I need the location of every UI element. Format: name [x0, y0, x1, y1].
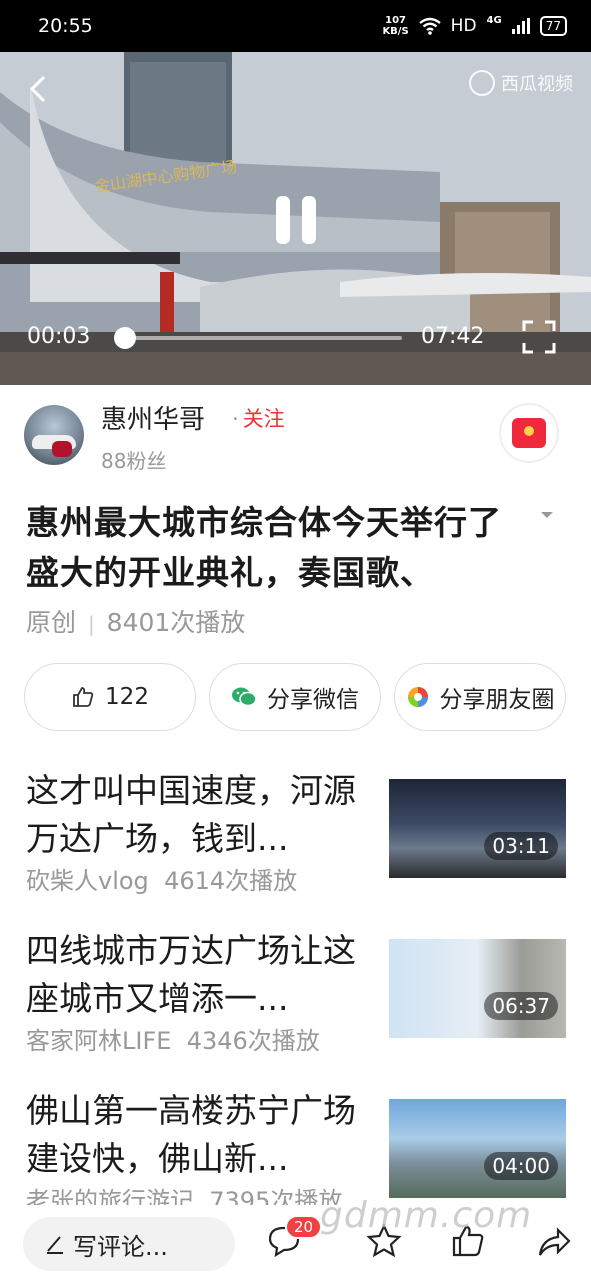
duration-badge: 04:00 [484, 1152, 558, 1180]
fans-count: 88粉丝 [101, 449, 167, 473]
related-thumbnail[interactable]: 06:37 [389, 939, 566, 1038]
related-thumbnail[interactable]: 04:00 [389, 1099, 566, 1198]
follow-button[interactable]: · 关注 [232, 403, 285, 433]
pause-button[interactable] [276, 196, 316, 244]
action-buttons: 122 分享微信 分享朋友圈 [24, 663, 566, 733]
xigua-logo-icon [469, 70, 495, 96]
duration-badge: 03:11 [484, 832, 558, 860]
related-title: 四线城市万达广场让这座城市又增添一... [26, 931, 356, 1018]
back-icon[interactable] [26, 74, 50, 104]
share-moments-button[interactable]: 分享朋友圈 [394, 663, 566, 731]
progress-knob[interactable] [114, 327, 136, 349]
status-icons: 107 KB/S HD 4G 77 [382, 15, 567, 37]
signal-label: 4G [486, 15, 502, 26]
play-count: 8401次播放 [106, 608, 246, 637]
author-name[interactable]: 惠州华哥 [101, 399, 205, 436]
original-label: 原创 [26, 608, 77, 637]
fullscreen-icon[interactable] [522, 320, 556, 354]
related-thumbnail[interactable]: 03:11 [389, 779, 566, 878]
thumbs-up-icon [73, 687, 94, 707]
current-time: 00:03 [27, 324, 91, 349]
signal-bars-icon [511, 18, 530, 34]
network-speed: 107 KB/S [382, 15, 409, 37]
red-packet-icon [512, 418, 546, 448]
related-title: 这才叫中国速度，河源万达广场，钱到... [26, 771, 356, 858]
comment-input[interactable]: 写评论... [23, 1217, 235, 1271]
wechat-icon [232, 687, 257, 707]
video-player[interactable]: 金山湖中心购物广场 西瓜视频 00:03 07:42 [0, 52, 591, 385]
related-title: 佛山第一高楼苏宁广场建设快，佛山新... [26, 1091, 356, 1178]
list-item[interactable]: 这才叫中国速度，河源万达广场，钱到... 砍柴人vlog 4614次播放 03:… [0, 767, 591, 917]
status-time: 20:55 [38, 15, 93, 37]
battery-icon: 77 [539, 16, 567, 36]
total-time: 07:42 [421, 324, 485, 349]
avatar[interactable] [24, 405, 84, 465]
red-packet-button[interactable] [499, 403, 559, 463]
xigua-logo: 西瓜视频 [469, 70, 573, 96]
pencil-icon [47, 1236, 63, 1254]
moments-icon [407, 687, 428, 707]
like-count: 122 [105, 684, 149, 710]
watermark: gdmm.com [320, 1195, 533, 1236]
expand-arrow-icon[interactable] [539, 510, 555, 520]
share-icon[interactable] [536, 1223, 572, 1259]
list-item[interactable]: 四线城市万达广场让这座城市又增添一... 客家阿林LIFE 4346次播放 06… [0, 927, 591, 1077]
comment-count-badge: 20 [285, 1215, 323, 1239]
related-meta: 砍柴人vlog 4614次播放 [26, 867, 298, 895]
share-wechat-button[interactable]: 分享微信 [209, 663, 381, 731]
video-meta: 原创 | 8401次播放 [26, 608, 246, 637]
wifi-icon [418, 17, 441, 35]
progress-track[interactable] [124, 336, 402, 340]
video-title: 惠州最大城市综合体今天举行了盛大的开业典礼，奏国歌、 [26, 503, 502, 592]
duration-badge: 06:37 [484, 992, 558, 1020]
related-meta: 客家阿林LIFE 4346次播放 [26, 1027, 320, 1055]
author-row: 惠州华哥 · 关注 88粉丝 [0, 385, 591, 485]
status-bar: 20:55 107 KB/S HD 4G 77 [0, 0, 591, 52]
hd-indicator: HD [450, 16, 477, 36]
like-button[interactable]: 122 [24, 663, 196, 731]
